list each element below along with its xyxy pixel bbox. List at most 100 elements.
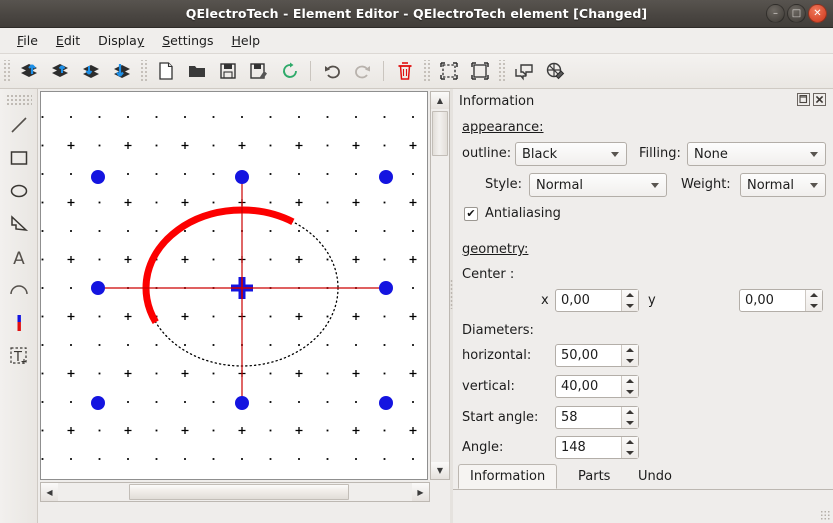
center-y-step-down[interactable] [806,301,822,312]
palette-grip[interactable] [5,94,32,106]
tab-information[interactable]: Information [458,464,558,489]
handle-bottom-center[interactable] [235,396,249,410]
horizontal-step-up[interactable] [622,345,638,356]
start-angle-step-down[interactable] [622,418,638,429]
filling-combobox[interactable]: None [687,142,826,166]
drawing-canvas[interactable] [40,91,428,480]
minimize-button[interactable]: – [766,4,785,23]
handle-middle-right[interactable] [379,281,393,295]
scroll-up-button[interactable]: ▲ [431,92,449,109]
start-angle-spinbox[interactable]: 58 [555,406,639,429]
float-icon[interactable] [797,93,810,106]
horizontal-diameter-spinbox[interactable]: 50,00 [555,344,639,367]
center-x-spinbox[interactable]: 0,00 [555,289,639,312]
save-as-icon[interactable] [243,57,274,86]
lower-icon[interactable] [75,57,106,86]
angle-spinbox[interactable]: 148 [555,436,639,459]
start-angle-stepper[interactable] [621,407,638,428]
save-icon[interactable] [212,57,243,86]
panel-resize-grip[interactable] [820,510,830,520]
grid-dot [412,458,414,460]
scroll-down-button[interactable]: ▼ [431,462,449,479]
canvas-vertical-scrollbar[interactable]: ▲ ▼ [430,91,450,480]
menu-file[interactable]: File [8,30,47,51]
handle-middle-left[interactable] [91,281,105,295]
deselect-all-icon[interactable] [464,57,495,86]
center-y-step-up[interactable] [806,290,822,301]
menu-display[interactable]: Display [89,30,153,51]
weight-combobox[interactable]: Normal [740,173,826,197]
grid-dot [127,344,129,346]
tab-parts[interactable]: Parts [567,464,621,489]
element-orientation-icon[interactable] [539,57,570,86]
line-tool[interactable] [3,109,35,141]
scroll-left-button[interactable]: ◀ [41,483,58,501]
open-folder-icon[interactable] [181,57,212,86]
center-x-stepper[interactable] [621,290,638,311]
grid-dot [70,401,72,403]
close-icon[interactable] [813,93,826,106]
style-value: Normal [536,177,584,193]
toolbar-grip-3[interactable] [422,60,431,82]
horizontal-scroll-thumb[interactable] [129,484,349,500]
handle-bottom-right[interactable] [379,396,393,410]
send-to-back-icon[interactable] [106,57,137,86]
weight-value: Normal [747,177,795,193]
new-file-icon[interactable] [150,57,181,86]
horizontal-diameter-stepper[interactable] [621,345,638,366]
raise-icon[interactable] [44,57,75,86]
handle-top-center[interactable] [235,170,249,184]
center-x-step-up[interactable] [622,290,638,301]
canvas-horizontal-scrollbar[interactable]: ◀ ▶ [40,482,430,502]
start-angle-step-up[interactable] [622,407,638,418]
vertical-step-down[interactable] [622,387,638,398]
outline-combobox[interactable]: Black [515,142,627,166]
angle-stepper[interactable] [621,437,638,458]
vertical-diameter-spinbox[interactable]: 40,00 [555,375,639,398]
element-names-icon[interactable] [508,57,539,86]
menu-edit[interactable]: Edit [47,30,89,51]
redo-icon[interactable] [347,57,378,86]
vertical-diameter-stepper[interactable] [621,376,638,397]
handle-top-right[interactable] [379,170,393,184]
reload-icon[interactable] [274,57,305,86]
vertical-step-up[interactable] [622,376,638,387]
polygon-tool[interactable] [3,208,35,240]
handle-bottom-left[interactable] [91,396,105,410]
handle-top-left[interactable] [91,170,105,184]
angle-step-up[interactable] [622,437,638,448]
menu-settings[interactable]: Settings [153,30,222,51]
center-x-step-down[interactable] [622,301,638,312]
ellipse-arc-selected[interactable] [142,206,295,324]
arc-tool[interactable] [3,274,35,306]
terminal-tool[interactable] [3,307,35,339]
vertical-scroll-thumb[interactable] [432,111,448,156]
close-button[interactable]: ✕ [808,4,827,23]
toolbar-grip-4[interactable] [497,60,506,82]
maximize-button[interactable]: □ [787,4,806,23]
scroll-right-button[interactable]: ▶ [412,483,429,501]
horizontal-step-down[interactable] [622,356,638,367]
center-cross-marker[interactable] [231,277,253,299]
rectangle-tool[interactable] [3,142,35,174]
select-all-icon[interactable] [433,57,464,86]
canvas-svg[interactable] [41,92,427,479]
antialiasing-checkbox[interactable]: ✔ Antialiasing [464,206,561,221]
vertical-diameter-value: 40,00 [561,379,599,394]
undo-icon[interactable] [316,57,347,86]
delete-icon[interactable] [389,57,420,86]
angle-step-down[interactable] [622,448,638,459]
center-y-spinbox[interactable]: 0,00 [739,289,823,312]
tab-undo[interactable]: Undo [627,464,683,489]
raise-to-top-icon[interactable] [13,57,44,86]
menu-help[interactable]: Help [223,30,270,51]
text-tool[interactable]: A [3,241,35,273]
style-combobox[interactable]: Normal [529,173,667,197]
text-field-tool[interactable]: T [3,340,35,372]
grid-dot [298,173,300,175]
ellipse-tool[interactable] [3,175,35,207]
center-y-stepper[interactable] [805,290,822,311]
toolbar-grip-2[interactable] [139,60,148,82]
toolbar-grip-1[interactable] [2,60,11,82]
start-angle-value: 58 [561,410,578,425]
